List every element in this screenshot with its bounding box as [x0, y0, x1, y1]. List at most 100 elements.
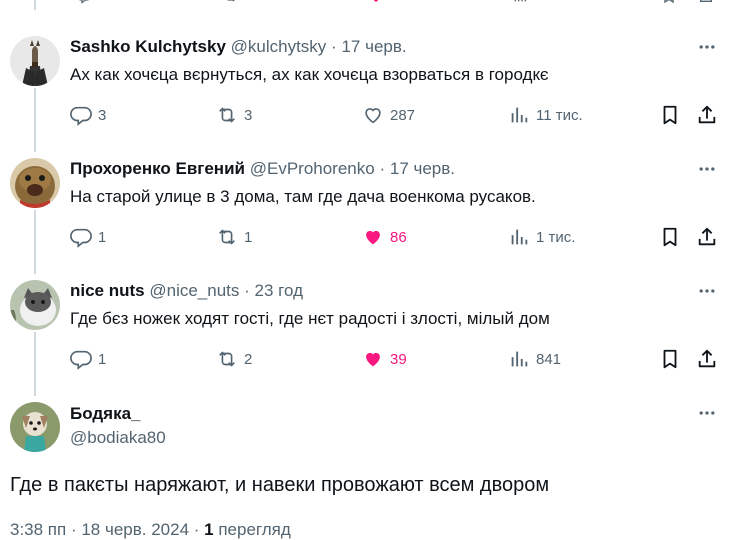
post-date[interactable]: 17 черв. — [390, 159, 455, 178]
reply-text: На старой улице в 3 дома, там где дача в… — [70, 187, 536, 206]
like-count: 287 — [390, 106, 416, 124]
author-handle[interactable]: @EvProhorenko — [250, 159, 375, 178]
share-icon — [698, 349, 716, 368]
heart-outline-icon — [365, 108, 381, 124]
post-timestamp[interactable]: 3:38 пп · 18 черв. 2024 · — [10, 520, 204, 539]
action-bar: 1 1 86 1 тис. — [70, 226, 720, 248]
reply-header: nice nuts @nice_nuts · 23 год — [70, 280, 303, 302]
repost-count: 2 — [244, 350, 253, 368]
repost-icon — [219, 107, 235, 123]
reply-count: 1 — [98, 228, 107, 246]
author-name[interactable]: nice nuts — [70, 281, 145, 300]
bojack-horseman-avatar-icon — [10, 36, 60, 86]
share-button[interactable] — [696, 104, 718, 131]
more-dots-icon — [699, 289, 715, 293]
views-count: 1 — [204, 520, 214, 539]
repost-count: 3 — [244, 106, 253, 124]
heart-filled-icon — [366, 230, 380, 245]
heart-icon — [373, 0, 379, 2]
repost-count: 1 — [244, 228, 253, 246]
post-text: Где в пакєты наряжают, и навеки провожаю… — [10, 474, 550, 496]
reply-button[interactable]: 1 — [70, 226, 106, 248]
view-count: 841 — [536, 350, 562, 368]
share-button[interactable] — [696, 348, 718, 375]
bookmark-button[interactable] — [659, 104, 681, 131]
dog-avatar-icon — [10, 402, 60, 452]
reply-button[interactable]: 1 — [70, 348, 106, 370]
reply-item[interactable]: nice nuts @nice_nuts · 23 год Где бєз но… — [0, 280, 744, 380]
view-count: 1 тис. — [536, 228, 576, 246]
reply-text: Где бєз ножек ходят гості, где нєт радос… — [70, 309, 550, 328]
bookmark-icon — [663, 349, 677, 369]
reply-button[interactable]: 3 — [70, 104, 106, 126]
bookmark-icon — [663, 105, 677, 125]
repost-icon — [227, 0, 235, 2]
author-name[interactable]: Sashko Kulchytsky — [70, 37, 226, 56]
author-handle[interactable]: @kulchytsky — [231, 37, 327, 56]
more-options-button[interactable] — [696, 282, 718, 300]
author-handle[interactable]: @bodiaka80 — [70, 428, 166, 448]
like-button[interactable]: 287 — [362, 104, 415, 126]
more-options-button[interactable] — [696, 160, 718, 178]
repost-button[interactable]: 2 — [216, 348, 252, 370]
share-icon — [698, 227, 716, 246]
bookmark-button[interactable] — [659, 226, 681, 253]
view-count: 11 тис. — [536, 106, 583, 124]
share-icon — [700, 0, 712, 2]
reply-header: Прохоренко Евгений @EvProhorenko · 17 че… — [70, 158, 455, 180]
share-icon — [698, 105, 716, 124]
reply-icon — [79, 0, 89, 4]
author-handle[interactable]: @nice_nuts — [149, 281, 239, 300]
views-button[interactable]: 11 тис. — [508, 104, 583, 126]
repost-icon — [219, 229, 235, 245]
views-label: перегляд — [213, 520, 291, 539]
separator-dot: · — [244, 281, 250, 300]
post-date[interactable]: 17 черв. — [341, 37, 406, 56]
repost-button[interactable]: 3 — [216, 104, 252, 126]
repost-button[interactable]: 1 — [216, 226, 252, 248]
views-button[interactable]: 1 тис. — [508, 226, 575, 248]
reply-item[interactable]: Прохоренко Евгений @EvProhorenko · 17 че… — [0, 158, 744, 258]
share-button[interactable] — [696, 226, 718, 253]
author-name[interactable]: Прохоренко Евгений — [70, 159, 245, 178]
previous-post-actions-partial — [70, 0, 720, 4]
bookmark-icon — [663, 227, 677, 247]
post-meta: 3:38 пп · 18 черв. 2024 · 1 перегляд — [10, 520, 291, 540]
more-dots-icon — [699, 167, 715, 171]
bookmark-icon — [664, 0, 674, 4]
views-icon — [511, 229, 528, 245]
like-count: 86 — [390, 228, 407, 246]
more-options-button[interactable] — [696, 38, 718, 56]
author-name[interactable]: Бодяка_ — [70, 404, 141, 424]
reply-item[interactable]: Sashko Kulchytsky @kulchytsky · 17 черв.… — [0, 36, 744, 136]
like-button[interactable]: 39 — [362, 348, 407, 370]
cat-avatar-icon — [10, 280, 60, 330]
separator-dot: · — [331, 37, 337, 56]
bookmark-button[interactable] — [659, 348, 681, 375]
alf-avatar-icon — [10, 158, 60, 208]
like-button[interactable]: 86 — [362, 226, 407, 248]
reply-count: 1 — [98, 350, 107, 368]
views-icon — [511, 107, 528, 123]
heart-filled-icon — [366, 352, 380, 367]
avatar[interactable] — [10, 158, 60, 208]
reply-icon — [70, 106, 92, 126]
like-count: 39 — [390, 350, 407, 368]
reply-header: Sashko Kulchytsky @kulchytsky · 17 черв. — [70, 36, 407, 58]
action-bar: 1 2 39 841 — [70, 348, 720, 370]
avatar[interactable] — [10, 402, 60, 452]
views-button[interactable]: 841 — [508, 348, 561, 370]
action-bar: 3 3 287 11 тис. — [70, 104, 720, 126]
views-icon — [514, 0, 526, 2]
reply-count: 3 — [98, 106, 107, 124]
post-date[interactable]: 23 год — [255, 281, 303, 300]
avatar[interactable] — [10, 280, 60, 330]
more-dots-icon — [699, 411, 715, 415]
reply-text: Ах как хочєца вєрнуться, ах как хочєца в… — [70, 65, 549, 84]
avatar[interactable] — [10, 36, 60, 86]
more-dots-icon — [699, 45, 715, 49]
views-icon — [511, 351, 528, 367]
more-options-button[interactable] — [696, 404, 718, 422]
thread-line-top — [34, 0, 36, 10]
separator-dot: · — [379, 159, 386, 178]
